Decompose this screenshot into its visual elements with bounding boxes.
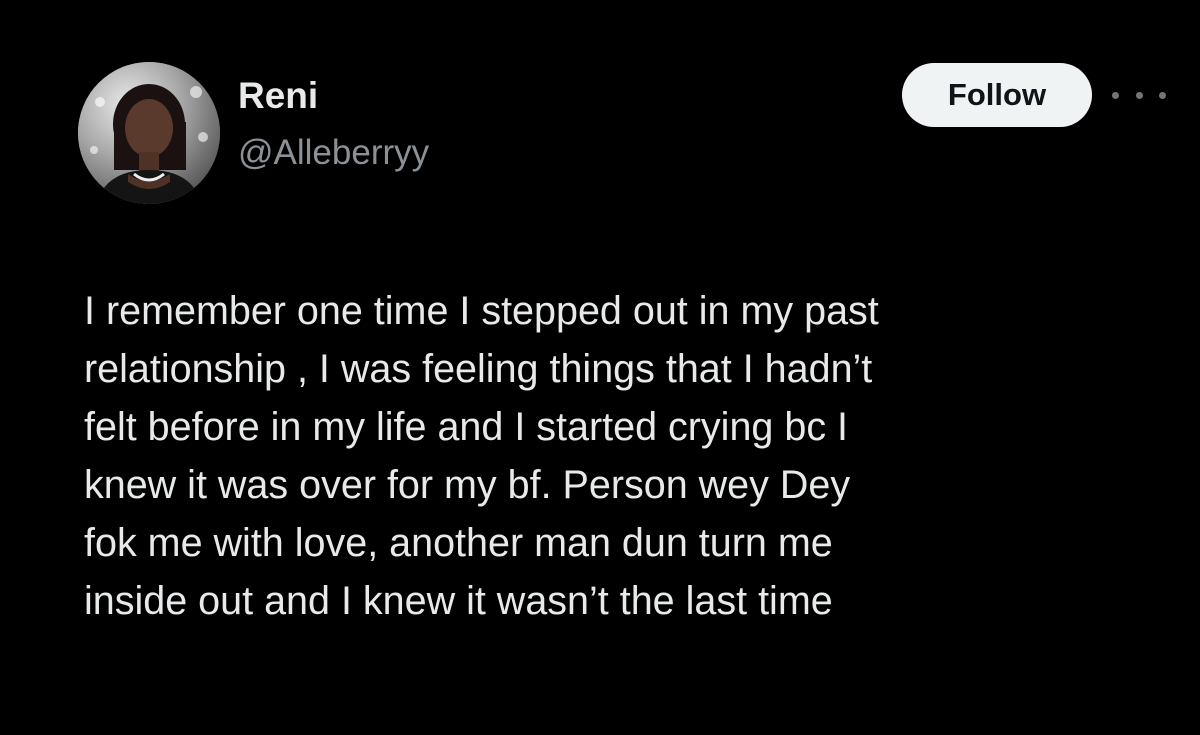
dot bbox=[1112, 91, 1119, 99]
more-horizontal-icon[interactable] bbox=[1112, 84, 1166, 106]
profile-photo-icon bbox=[78, 62, 220, 204]
tweet-text: I remember one time I stepped out in my … bbox=[84, 282, 1174, 630]
dot bbox=[1135, 91, 1143, 99]
author-handle[interactable]: @Alleberryy bbox=[238, 132, 429, 174]
avatar[interactable] bbox=[78, 62, 220, 204]
author-display-name[interactable]: Reni bbox=[238, 74, 318, 118]
dot bbox=[1159, 91, 1166, 99]
follow-button[interactable]: Follow bbox=[902, 63, 1092, 127]
tweet-text-line: felt before in my life and I started cry… bbox=[84, 405, 849, 449]
tweet-text-line: relationship , I was feeling things that… bbox=[84, 347, 873, 391]
tweet-text-line: I remember one time I stepped out in my … bbox=[84, 289, 879, 333]
tweet-card: Reni @Alleberryy Follow I remember one t… bbox=[0, 0, 1200, 735]
tweet-text-line: inside out and I knew it wasn’t the last… bbox=[84, 579, 833, 623]
tweet-text-line: knew it was over for my bf. Person wey D… bbox=[84, 463, 851, 507]
tweet-text-line: fok me with love, another man dun turn m… bbox=[84, 521, 833, 565]
